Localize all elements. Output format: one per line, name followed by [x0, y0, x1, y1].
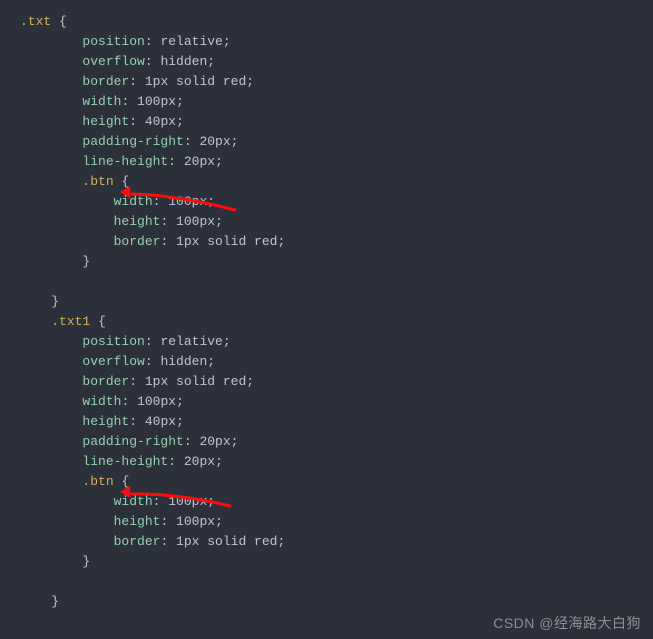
code-line: width: 100px; — [20, 92, 653, 112]
code-lines: .txt { position: relative; overflow: hid… — [0, 0, 653, 624]
code-line: border: 1px solid red; — [20, 232, 653, 252]
code-block: .txt { position: relative; overflow: hid… — [0, 0, 653, 639]
watermark: CSDN @经海路大白狗 — [493, 613, 641, 633]
code-line: } — [20, 292, 653, 312]
code-line: overflow: hidden; — [20, 52, 653, 72]
code-line: line-height: 20px; — [20, 452, 653, 472]
code-line: } — [20, 592, 653, 612]
code-line: border: 1px solid red; — [20, 72, 653, 92]
code-line: border: 1px solid red; — [20, 532, 653, 552]
code-line — [20, 572, 653, 592]
code-line: width: 100px; — [20, 192, 653, 212]
code-line: .txt { — [20, 12, 653, 32]
code-line: padding-right: 20px; — [20, 432, 653, 452]
code-line: position: relative; — [20, 332, 653, 352]
code-line: .btn { — [20, 472, 653, 492]
code-line: border: 1px solid red; — [20, 372, 653, 392]
code-line: line-height: 20px; — [20, 152, 653, 172]
code-line: width: 100px; — [20, 392, 653, 412]
code-line: height: 100px; — [20, 512, 653, 532]
code-line: } — [20, 552, 653, 572]
code-line: .txt1 { — [20, 312, 653, 332]
code-line: width: 100px; — [20, 492, 653, 512]
code-line: overflow: hidden; — [20, 352, 653, 372]
code-line — [20, 272, 653, 292]
code-line: height: 40px; — [20, 412, 653, 432]
code-line: height: 100px; — [20, 212, 653, 232]
code-line: height: 40px; — [20, 112, 653, 132]
code-line: position: relative; — [20, 32, 653, 52]
code-line: } — [20, 252, 653, 272]
code-line: .btn { — [20, 172, 653, 192]
code-line: padding-right: 20px; — [20, 132, 653, 152]
